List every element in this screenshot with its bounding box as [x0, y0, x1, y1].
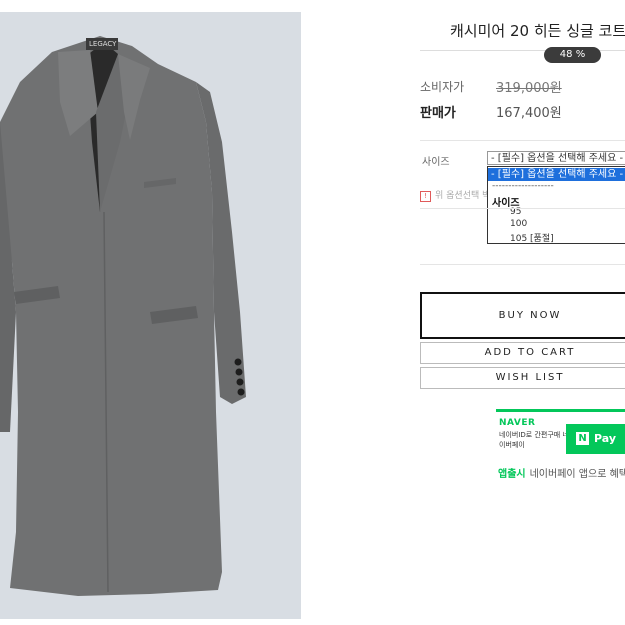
dropdown-option-placeholder[interactable]: - [필수] 옵션을 선택해 주세요 -	[488, 168, 625, 181]
brand-label: LEGACY	[89, 40, 117, 48]
retail-price-value: 319,000원	[496, 81, 562, 96]
buy-now-button[interactable]: BUY NOW	[420, 292, 625, 339]
naver-pay-description: 네이버ID로 간편구매 네이버페이	[499, 431, 569, 449]
size-dropdown[interactable]: - [필수] 옵션을 선택해 주세요 - -------------------…	[487, 166, 625, 244]
add-to-cart-button[interactable]: ADD TO CART	[420, 342, 625, 364]
naver-event-banner[interactable]: 앱출시 네이버페이 앱으로 혜택	[498, 465, 625, 480]
naver-topbar	[496, 409, 625, 412]
sale-price-label: 판매가	[420, 106, 456, 121]
naver-pay-widget: NAVER 네이버ID로 간편구매 네이버페이 N Pay	[496, 409, 625, 454]
retail-price-label: 소비자가	[420, 80, 465, 94]
dropdown-separator: -------------------	[492, 181, 554, 191]
size-option-label: 사이즈	[422, 157, 450, 168]
coat-illustration	[0, 36, 246, 596]
dropdown-option-100[interactable]: 100	[510, 219, 625, 229]
naver-n-icon: N	[576, 432, 589, 445]
dropdown-option-105[interactable]: 105 [품절]	[510, 231, 625, 244]
naver-pay-label: Pay	[594, 432, 617, 445]
price-divider	[420, 140, 625, 141]
event-text: 네이버페이 앱으로 혜택	[529, 469, 625, 480]
size-select[interactable]: - [필수] 옵션을 선택해 주세요 -	[487, 151, 625, 165]
total-divider	[420, 264, 625, 265]
sale-price-value: 167,400원	[496, 106, 562, 121]
warning-icon: !	[420, 191, 431, 202]
naver-pay-button[interactable]: N Pay	[566, 424, 625, 454]
naver-brand: NAVER	[499, 418, 536, 428]
product-image: LEGACY	[0, 12, 301, 619]
product-title: 캐시미어 20 히든 싱글 코트	[450, 22, 625, 40]
options-divider	[420, 208, 625, 209]
discount-badge: 48 %	[544, 47, 601, 63]
event-tag: 앱출시	[498, 469, 526, 480]
wish-list-button[interactable]: WISH LIST	[420, 367, 625, 389]
